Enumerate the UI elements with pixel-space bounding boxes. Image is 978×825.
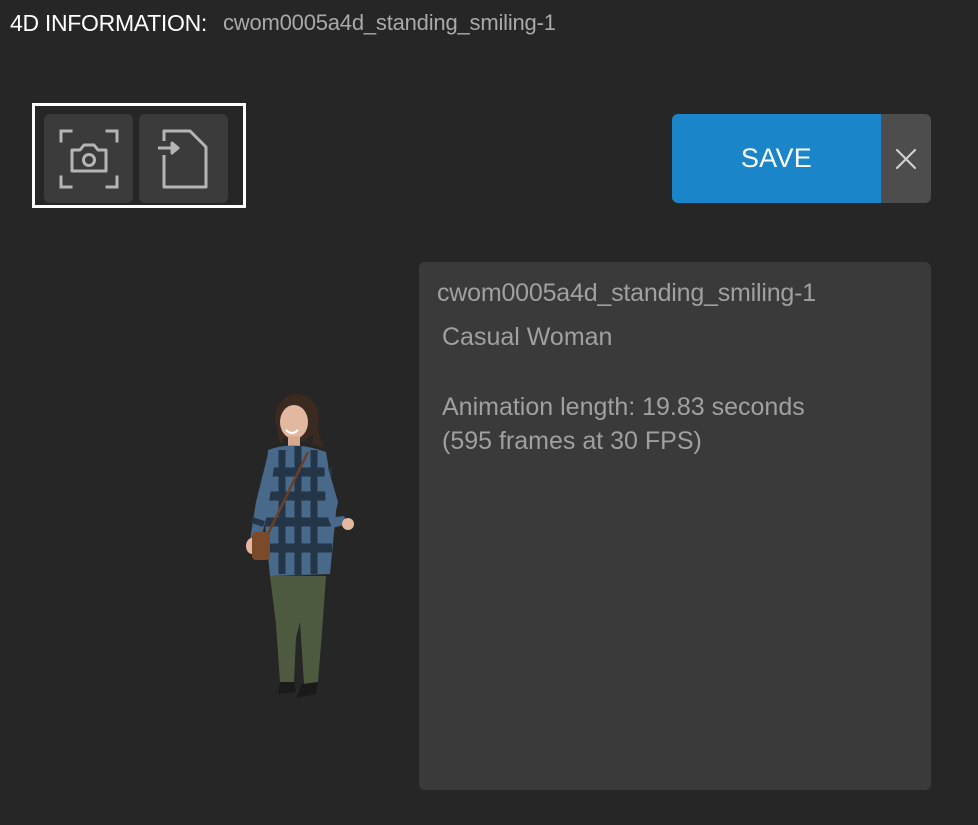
animation-length: Animation length: 19.83 seconds <box>442 393 805 421</box>
tool-group <box>32 103 246 208</box>
frame-count: (595 frames at 30 FPS) <box>442 427 702 455</box>
import-button[interactable] <box>139 114 228 203</box>
header: 4D INFORMATION: cwom0005a4d_standing_smi… <box>10 8 556 38</box>
close-icon <box>895 148 917 169</box>
asset-name: cwom0005a4d_standing_smiling-1 <box>222 10 556 35</box>
info-panel: cwom0005a4d_standing_smiling-1 Casual Wo… <box>419 262 931 790</box>
character-type: Casual Woman <box>442 323 613 351</box>
file-import-icon <box>157 129 207 188</box>
save-group: SAVE <box>672 114 931 203</box>
camera-frame-icon <box>59 129 118 188</box>
close-button[interactable] <box>881 114 931 203</box>
info-title: cwom0005a4d_standing_smiling-1 <box>437 279 816 307</box>
save-button[interactable]: SAVE <box>672 114 881 203</box>
header-label: 4D INFORMATION: <box>10 9 207 36</box>
snapshot-button[interactable] <box>44 114 133 203</box>
character-preview[interactable] <box>240 392 360 702</box>
